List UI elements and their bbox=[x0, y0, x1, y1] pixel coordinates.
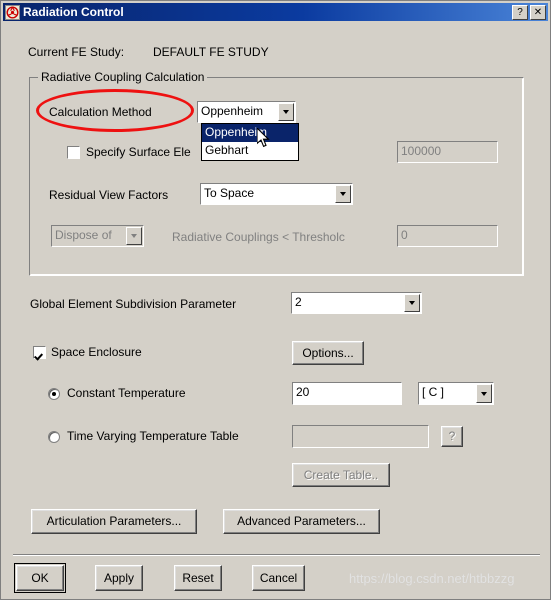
constant-temperature-radio[interactable] bbox=[48, 388, 60, 400]
time-varying-temperature-label: Time Varying Temperature Table bbox=[67, 429, 239, 443]
close-button[interactable]: ✕ bbox=[530, 4, 546, 20]
specify-surface-checkbox[interactable] bbox=[67, 146, 80, 159]
threshold-value: 0 bbox=[401, 228, 408, 242]
chevron-down-icon[interactable] bbox=[404, 294, 420, 312]
title-bar: Radiation Control ? ✕ bbox=[3, 3, 548, 21]
residual-view-factors-combo[interactable]: To Space bbox=[200, 183, 353, 205]
chevron-down-icon[interactable] bbox=[278, 103, 294, 121]
calculation-method-combo[interactable]: Oppenheim bbox=[197, 101, 296, 123]
calculation-method-value: Oppenheim bbox=[201, 104, 264, 118]
help-titlebar-button[interactable]: ? bbox=[512, 4, 528, 20]
specify-surface-label: Specify Surface Ele bbox=[86, 145, 191, 159]
threshold-value-field[interactable]: 0 bbox=[397, 225, 498, 247]
dispose-combo[interactable]: Dispose of bbox=[51, 225, 144, 247]
watermark-text: https://blog.csdn.net/htbbzzg bbox=[349, 571, 515, 586]
dispose-combo-value: Dispose of bbox=[55, 228, 112, 242]
constant-temperature-field[interactable]: 20 bbox=[292, 382, 402, 405]
chevron-down-icon[interactable] bbox=[126, 227, 142, 245]
threshold-label: Radiative Couplings < Thresholc bbox=[172, 230, 345, 244]
residual-view-factors-value: To Space bbox=[204, 186, 255, 200]
time-varying-help-button[interactable]: ? bbox=[441, 426, 463, 447]
footer-separator bbox=[13, 554, 540, 556]
dropdown-option-gebhart[interactable]: Gebhart bbox=[202, 142, 298, 160]
chevron-down-icon[interactable] bbox=[335, 185, 351, 203]
ok-button[interactable]: OK bbox=[14, 563, 66, 593]
calculation-method-label: Calculation Method bbox=[49, 105, 152, 119]
subdivision-value: 2 bbox=[295, 295, 302, 309]
create-table-button[interactable]: Create Table.. bbox=[292, 463, 390, 487]
temperature-unit-value: [ C ] bbox=[422, 385, 445, 399]
subdivision-combo[interactable]: 2 bbox=[291, 292, 422, 314]
current-study-value: DEFAULT FE STUDY bbox=[153, 45, 269, 59]
constant-temperature-value: 20 bbox=[296, 385, 310, 399]
space-enclosure-label: Space Enclosure bbox=[51, 345, 142, 359]
options-button[interactable]: Options... bbox=[292, 341, 364, 365]
specify-surface-value: 100000 bbox=[401, 144, 442, 158]
cancel-button[interactable]: Cancel bbox=[252, 565, 305, 591]
specify-surface-value-field[interactable]: 100000 bbox=[397, 141, 498, 163]
time-varying-table-field[interactable] bbox=[292, 425, 429, 448]
residual-view-factors-label: Residual View Factors bbox=[49, 188, 169, 202]
advanced-parameters-button[interactable]: Advanced Parameters... bbox=[223, 509, 380, 534]
chevron-down-icon[interactable] bbox=[476, 384, 492, 403]
temperature-unit-combo[interactable]: [ C ] bbox=[418, 382, 494, 405]
subdivision-label: Global Element Subdivision Parameter bbox=[30, 297, 237, 311]
window-title: Radiation Control bbox=[23, 5, 124, 19]
time-varying-temperature-radio[interactable] bbox=[48, 431, 60, 443]
calculation-method-dropdown-list[interactable]: Oppenheim Gebhart bbox=[201, 123, 299, 161]
articulation-parameters-button[interactable]: Articulation Parameters... bbox=[31, 509, 197, 534]
constant-temperature-label: Constant Temperature bbox=[67, 386, 186, 400]
current-study-label: Current FE Study: bbox=[28, 45, 125, 59]
apply-button[interactable]: Apply bbox=[95, 565, 143, 591]
radiation-control-dialog: Radiation Control ? ✕ Current FE Study: … bbox=[0, 0, 551, 600]
dropdown-option-oppenheim[interactable]: Oppenheim bbox=[202, 124, 298, 142]
radiation-icon bbox=[5, 4, 20, 20]
radiative-coupling-group-title: Radiative Coupling Calculation bbox=[38, 70, 208, 84]
space-enclosure-checkbox[interactable] bbox=[33, 346, 46, 359]
reset-button[interactable]: Reset bbox=[174, 565, 222, 591]
